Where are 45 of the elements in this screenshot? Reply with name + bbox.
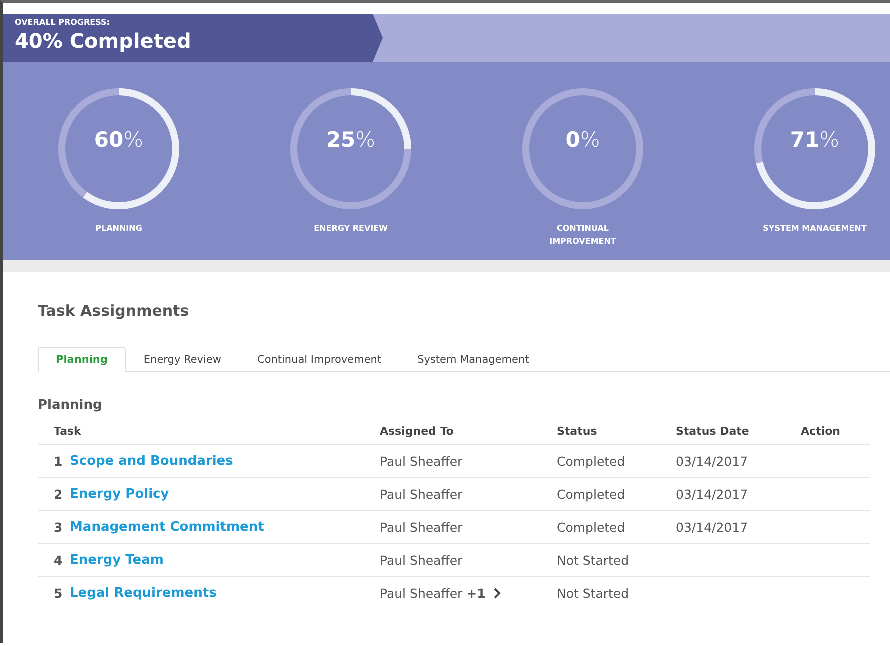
- ring-label: ENERGY REVIEW: [313, 223, 389, 235]
- column-header: Status Date: [676, 425, 750, 438]
- tab[interactable]: Continual Improvement: [239, 347, 400, 372]
- task-link[interactable]: Scope and Boundaries: [70, 454, 234, 469]
- ring-label: CONTINUAL IMPROVEMENT: [548, 223, 618, 248]
- tab[interactable]: System Management: [400, 347, 548, 372]
- row-number: 2: [54, 486, 63, 502]
- row-number: 3: [54, 520, 63, 534]
- tab[interactable]: Planning: [38, 347, 126, 372]
- tab[interactable]: Energy Review: [126, 347, 240, 372]
- ring-percent: 60%: [93, 128, 145, 152]
- table-title: Planning: [38, 398, 104, 413]
- task-link[interactable]: Management Commitment: [70, 520, 264, 535]
- status-date: 03/14/2017: [676, 454, 748, 468]
- chevron-right-icon[interactable]: [494, 588, 501, 598]
- assignee-text: Paul Sheaffer: [380, 454, 463, 468]
- status-date: 03/14/2017: [676, 520, 748, 534]
- column-header: Status: [557, 425, 598, 438]
- row-number: 4: [54, 552, 63, 568]
- status-text: Completed: [557, 454, 626, 468]
- ring-label: PLANNING: [94, 223, 144, 235]
- column-header: Assigned To: [380, 425, 454, 438]
- assignee-text: Paul Sheaffer +1: [380, 586, 486, 600]
- task-link[interactable]: Energy Team: [70, 553, 164, 568]
- assignee-text: Paul Sheaffer: [380, 520, 463, 534]
- assignee-text: Paul Sheaffer: [380, 486, 463, 502]
- column-header: Task: [54, 425, 82, 438]
- assignee-text: Paul Sheaffer: [380, 552, 463, 568]
- ring-label: SYSTEM MANAGEMENT: [762, 223, 868, 235]
- ring-percent: 0%: [564, 128, 602, 152]
- task-link[interactable]: Energy Policy: [70, 487, 170, 502]
- section-title: Task Assignments: [38, 302, 190, 320]
- row-number: 1: [54, 454, 63, 468]
- status-text: Completed: [557, 486, 626, 502]
- ring-percent: 71%: [789, 128, 841, 152]
- row-number: 5: [54, 586, 63, 600]
- status-text: Not Started: [557, 586, 630, 600]
- overall-value: 40% Completed: [15, 29, 192, 53]
- task-link[interactable]: Legal Requirements: [70, 586, 217, 601]
- status-text: Completed: [557, 520, 626, 534]
- status-date: 03/14/2017: [676, 486, 748, 502]
- overall-label: OVERALL PROGRESS:: [15, 18, 111, 27]
- column-header: Action: [801, 425, 840, 438]
- status-text: Not Started: [557, 552, 630, 568]
- ring-percent: 25%: [325, 128, 377, 152]
